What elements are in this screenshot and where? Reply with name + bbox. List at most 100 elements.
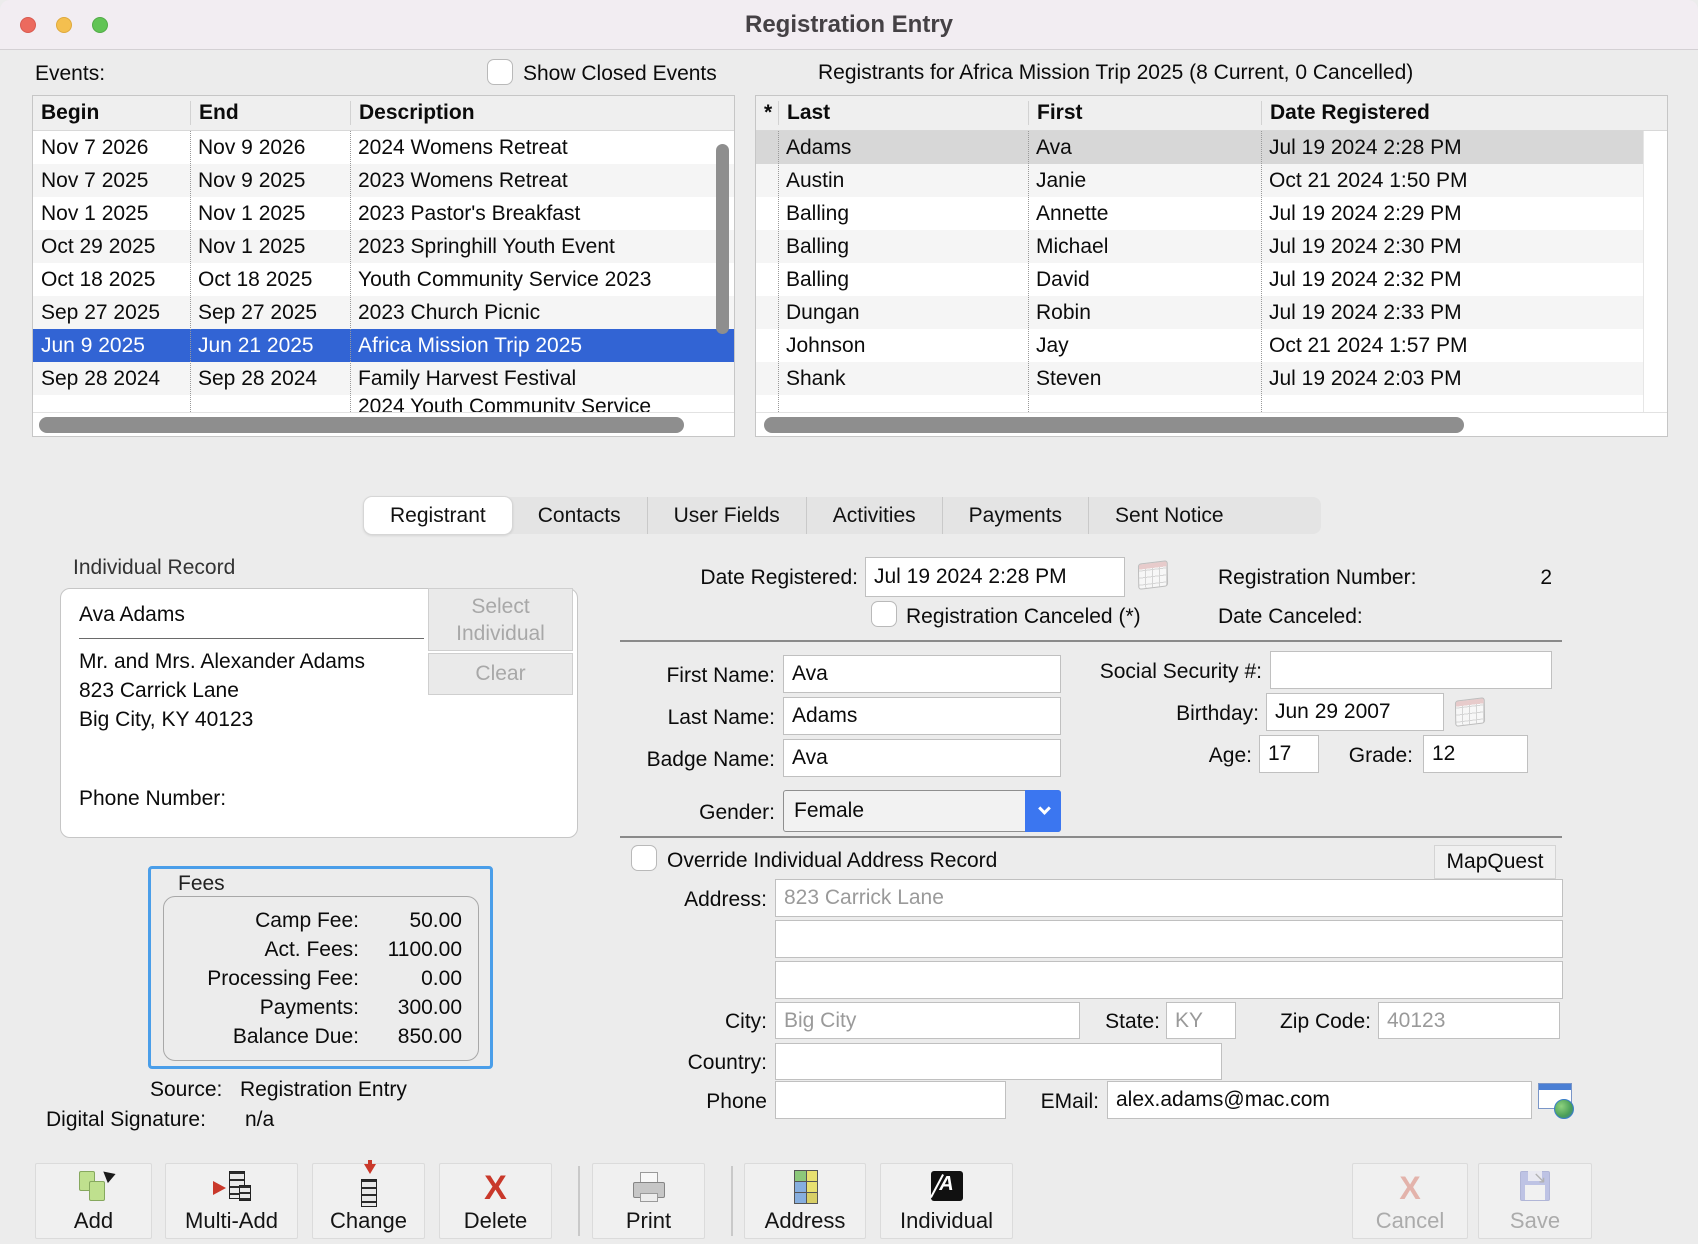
state-label: State: — [1020, 1010, 1160, 1034]
gender-dropdown-button[interactable] — [1025, 790, 1061, 832]
tab-activities[interactable]: Activities — [806, 497, 942, 534]
email-icon[interactable] — [1538, 1081, 1574, 1121]
registrant-cell: Janie — [1028, 169, 1261, 193]
registrants-horizontal-scrollbar[interactable] — [764, 417, 1464, 433]
registrant-row[interactable]: BallingMichaelJul 19 2024 2:30 PM — [756, 230, 1643, 263]
birthday-input[interactable] — [1266, 693, 1444, 731]
registrant-cell: Oct 21 2024 1:50 PM — [1261, 169, 1643, 193]
select-individual-button[interactable]: Select Individual — [428, 588, 573, 651]
address-line2-input[interactable] — [775, 920, 1563, 958]
country-input[interactable] — [775, 1043, 1222, 1080]
registrants-header-date[interactable]: Date Registered — [1261, 101, 1667, 125]
email-input[interactable] — [1107, 1081, 1532, 1119]
events-header-description[interactable]: Description — [350, 101, 734, 125]
events-table-body: 2024 Youth Community Service Nov 7 2026N… — [33, 131, 734, 412]
event-cell-begin: Nov 7 2026 — [33, 136, 190, 160]
cancel-button[interactable]: X Cancel — [1352, 1163, 1468, 1239]
date-registered-input[interactable] — [865, 557, 1125, 597]
event-row[interactable]: Sep 28 2024Sep 28 2024Family Harvest Fes… — [33, 362, 734, 395]
registrant-row[interactable]: AdamsAvaJul 19 2024 2:28 PM — [756, 131, 1643, 164]
date-registered-label: Date Registered: — [620, 566, 858, 590]
address-button[interactable]: Address — [744, 1163, 866, 1239]
gender-select[interactable]: Female — [783, 790, 1061, 832]
mapquest-button[interactable]: MapQuest — [1434, 845, 1556, 879]
grade-label: Grade: — [1313, 744, 1413, 768]
individual-button[interactable]: Individual — [880, 1163, 1013, 1239]
registrant-row[interactable]: ShankStevenJul 19 2024 2:03 PM — [756, 362, 1643, 395]
registrant-cell: Balling — [778, 202, 1028, 226]
event-row[interactable]: Sep 27 2025Sep 27 20252023 Church Picnic — [33, 296, 734, 329]
tab-sent-notice[interactable]: Sent Notice — [1088, 497, 1250, 534]
registration-number-value: 2 — [1528, 566, 1552, 590]
change-button[interactable]: Change — [312, 1163, 425, 1239]
add-button[interactable]: Add — [35, 1163, 152, 1239]
events-header-end[interactable]: End — [190, 101, 350, 125]
event-row[interactable]: Nov 7 2026Nov 9 20262024 Womens Retreat — [33, 131, 734, 164]
delete-button[interactable]: XDelete — [439, 1163, 552, 1239]
event-cell-end: Nov 9 2025 — [190, 169, 350, 193]
address-line3-input[interactable] — [775, 961, 1563, 999]
events-hscroll-track — [33, 412, 734, 436]
registrants-table-header: * Last First Date Registered — [756, 96, 1667, 131]
age-input[interactable] — [1259, 735, 1319, 773]
registrants-header-last[interactable]: Last — [778, 101, 1028, 125]
tab-user-fields[interactable]: User Fields — [647, 497, 806, 534]
events-header-begin[interactable]: Begin — [33, 101, 190, 125]
registrants-title: Registrants for Africa Mission Trip 2025… — [818, 61, 1413, 85]
events-horizontal-scrollbar[interactable] — [39, 417, 684, 433]
individual-record-label: Individual Record — [73, 556, 235, 580]
zip-code-input[interactable] — [1378, 1002, 1560, 1039]
registrant-row[interactable]: JohnsonJayOct 21 2024 1:57 PM — [756, 329, 1643, 362]
registrants-header-first[interactable]: First — [1028, 101, 1261, 125]
event-row[interactable]: Nov 1 2025Nov 1 20252023 Pastor's Breakf… — [33, 197, 734, 230]
event-cell-end: Jun 21 2025 — [190, 334, 350, 358]
source-label: Source: — [150, 1078, 222, 1102]
event-row-partial[interactable]: 2024 Youth Community Service — [33, 395, 734, 412]
event-row[interactable]: Nov 7 2025Nov 9 20252023 Womens Retreat — [33, 164, 734, 197]
registrant-row[interactable]: AustinJanieOct 21 2024 1:50 PM — [756, 164, 1643, 197]
date-canceled-label: Date Canceled: — [1218, 605, 1363, 629]
delete-icon: X — [476, 1168, 516, 1208]
tab-payments[interactable]: Payments — [942, 497, 1088, 534]
event-cell-description: 2023 Church Picnic — [350, 301, 734, 325]
events-vertical-scrollbar[interactable] — [716, 144, 729, 334]
event-cell-end: Sep 27 2025 — [190, 301, 350, 325]
save-icon: ↘ — [1515, 1168, 1555, 1208]
registrant-cell: Ava — [1028, 136, 1261, 160]
event-row[interactable]: Jun 9 2025Jun 21 2025Africa Mission Trip… — [33, 329, 734, 362]
multi-add-button[interactable]: Multi-Add — [165, 1163, 298, 1239]
clear-button[interactable]: Clear — [428, 653, 573, 695]
badge-name-input[interactable] — [783, 739, 1061, 777]
last-name-input[interactable] — [783, 697, 1061, 735]
registrants-header-star[interactable]: * — [756, 101, 778, 125]
tab-registrant[interactable]: Registrant — [364, 497, 512, 534]
tab-contacts[interactable]: Contacts — [512, 497, 647, 534]
grade-input[interactable] — [1423, 735, 1528, 773]
show-closed-events-checkbox[interactable] — [487, 59, 513, 85]
event-cell-begin: Nov 7 2025 — [33, 169, 190, 193]
override-address-checkbox[interactable] — [631, 845, 657, 871]
ssn-input[interactable] — [1270, 651, 1552, 689]
calendar-icon[interactable] — [1138, 560, 1168, 590]
registrant-cell: Dungan — [778, 301, 1028, 325]
registrant-row[interactable]: BallingDavidJul 19 2024 2:32 PM — [756, 263, 1643, 296]
first-name-label: First Name: — [575, 664, 775, 688]
registrant-cell: Shank — [778, 367, 1028, 391]
fee-value: 1100.00 — [359, 938, 478, 962]
gender-label: Gender: — [575, 801, 775, 825]
first-name-input[interactable] — [783, 655, 1061, 693]
calendar-icon[interactable] — [1455, 697, 1485, 727]
print-button[interactable]: Print — [592, 1163, 705, 1239]
event-row[interactable]: Oct 29 2025Nov 1 20252023 Springhill You… — [33, 230, 734, 263]
phone-label: Phone — [567, 1090, 767, 1114]
events-table-header: Begin End Description — [33, 96, 734, 131]
registrant-row[interactable]: BallingAnnetteJul 19 2024 2:29 PM — [756, 197, 1643, 230]
fees-label: Fees — [178, 872, 225, 896]
event-row[interactable]: Oct 18 2025Oct 18 2025Youth Community Se… — [33, 263, 734, 296]
individual-phone-label: Phone Number: — [79, 787, 226, 811]
registrants-table-body: AdamsAvaJul 19 2024 2:28 PMAustinJanieOc… — [756, 131, 1643, 412]
save-button[interactable]: ↘ Save — [1478, 1163, 1592, 1239]
registrant-row[interactable]: DunganRobinJul 19 2024 2:33 PM — [756, 296, 1643, 329]
address-line1-input[interactable] — [775, 879, 1563, 917]
registration-canceled-checkbox[interactable] — [871, 601, 897, 627]
